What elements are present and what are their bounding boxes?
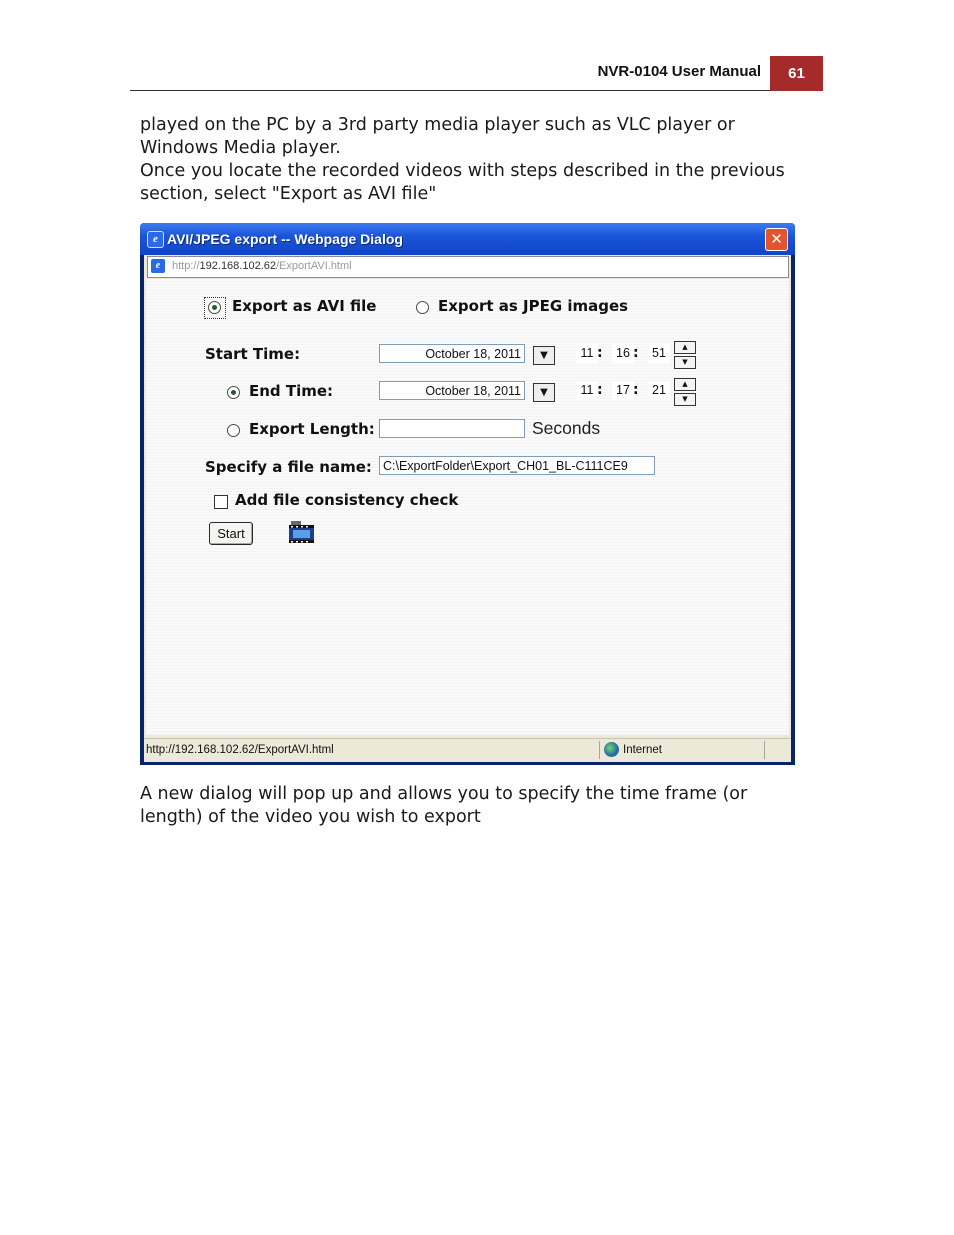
arrow-down-icon[interactable]: ▼ bbox=[674, 393, 696, 406]
export-length-label: Export Length: bbox=[249, 420, 375, 438]
seconds-label: Seconds bbox=[532, 418, 601, 438]
end-time-label: End Time: bbox=[249, 382, 334, 400]
end-time-spinner[interactable]: ▲ ▼ bbox=[674, 378, 696, 406]
manual-title: NVR-0104 User Manual bbox=[597, 63, 761, 80]
close-icon[interactable]: ✕ bbox=[765, 228, 788, 251]
file-name-input[interactable]: C:\ExportFolder\Export_CH01_BL-C111CE9 bbox=[379, 456, 655, 475]
chevron-down-icon[interactable]: ▼ bbox=[533, 346, 555, 365]
dialog-title: AVI/JPEG export -- Webpage Dialog bbox=[167, 231, 403, 247]
consistency-check-checkbox[interactable] bbox=[214, 495, 228, 509]
arrow-down-icon[interactable]: ▼ bbox=[674, 356, 696, 369]
chevron-down-icon[interactable]: ▼ bbox=[533, 383, 555, 402]
export-length-input[interactable] bbox=[379, 419, 525, 438]
body-paragraph-2: Once you locate the recorded videos with… bbox=[140, 161, 785, 204]
time-colon: : bbox=[597, 345, 603, 361]
start-minute-field[interactable]: 16 bbox=[612, 344, 634, 363]
status-zone: Internet bbox=[623, 744, 662, 756]
dialog-titlebar: e AVI/JPEG export -- Webpage Dialog ✕ bbox=[140, 223, 795, 255]
globe-icon bbox=[604, 742, 619, 757]
status-bar: http://192.168.102.62/ExportAVI.html Int… bbox=[144, 738, 791, 762]
time-colon: : bbox=[597, 382, 603, 398]
start-second-field[interactable]: 51 bbox=[648, 344, 670, 363]
start-time-label: Start Time: bbox=[205, 345, 301, 363]
start-button[interactable]: Start bbox=[209, 522, 253, 545]
ie-icon: e bbox=[151, 259, 165, 273]
dialog-content: Export as AVI file Export as JPEG images… bbox=[146, 279, 789, 735]
start-date-field[interactable]: October 18, 2011 bbox=[379, 344, 525, 363]
consistency-check-label: Add file consistency check bbox=[235, 491, 459, 509]
end-second-field[interactable]: 21 bbox=[648, 381, 670, 400]
end-date-field[interactable]: October 18, 2011 bbox=[379, 381, 525, 400]
export-jpeg-radio[interactable] bbox=[416, 301, 429, 314]
export-dialog-window: e AVI/JPEG export -- Webpage Dialog ✕ e … bbox=[140, 223, 795, 765]
export-length-radio[interactable] bbox=[227, 424, 240, 437]
film-icon bbox=[289, 521, 314, 543]
start-hour-field[interactable]: 11 bbox=[576, 344, 598, 363]
arrow-up-icon[interactable]: ▲ bbox=[674, 378, 696, 391]
start-time-spinner[interactable]: ▲ ▼ bbox=[674, 341, 696, 369]
address-bar: e http://192.168.102.62/ExportAVI.html bbox=[147, 256, 789, 278]
status-divider bbox=[599, 741, 600, 759]
file-name-label: Specify a file name: bbox=[205, 458, 372, 476]
status-divider bbox=[764, 741, 765, 759]
page-number-badge: 61 bbox=[770, 56, 823, 91]
header-rule bbox=[130, 90, 770, 91]
time-colon: : bbox=[633, 345, 639, 361]
end-time-radio[interactable] bbox=[227, 386, 240, 399]
export-jpeg-label: Export as JPEG images bbox=[438, 297, 629, 315]
dialog-body: e http://192.168.102.62/ExportAVI.html E… bbox=[144, 255, 791, 762]
end-minute-field[interactable]: 17 bbox=[612, 381, 634, 400]
address-url: http://192.168.102.62/ExportAVI.html bbox=[172, 260, 352, 272]
ie-icon: e bbox=[147, 231, 164, 248]
export-avi-label: Export as AVI file bbox=[232, 297, 377, 315]
body-paragraph-1: played on the PC by a 3rd party media pl… bbox=[140, 115, 735, 158]
end-hour-field[interactable]: 11 bbox=[576, 381, 598, 400]
time-colon: : bbox=[633, 382, 639, 398]
export-avi-radio[interactable] bbox=[208, 301, 221, 314]
status-url: http://192.168.102.62/ExportAVI.html bbox=[146, 744, 334, 756]
body-paragraph-3: A new dialog will pop up and allows you … bbox=[140, 784, 748, 827]
arrow-up-icon[interactable]: ▲ bbox=[674, 341, 696, 354]
